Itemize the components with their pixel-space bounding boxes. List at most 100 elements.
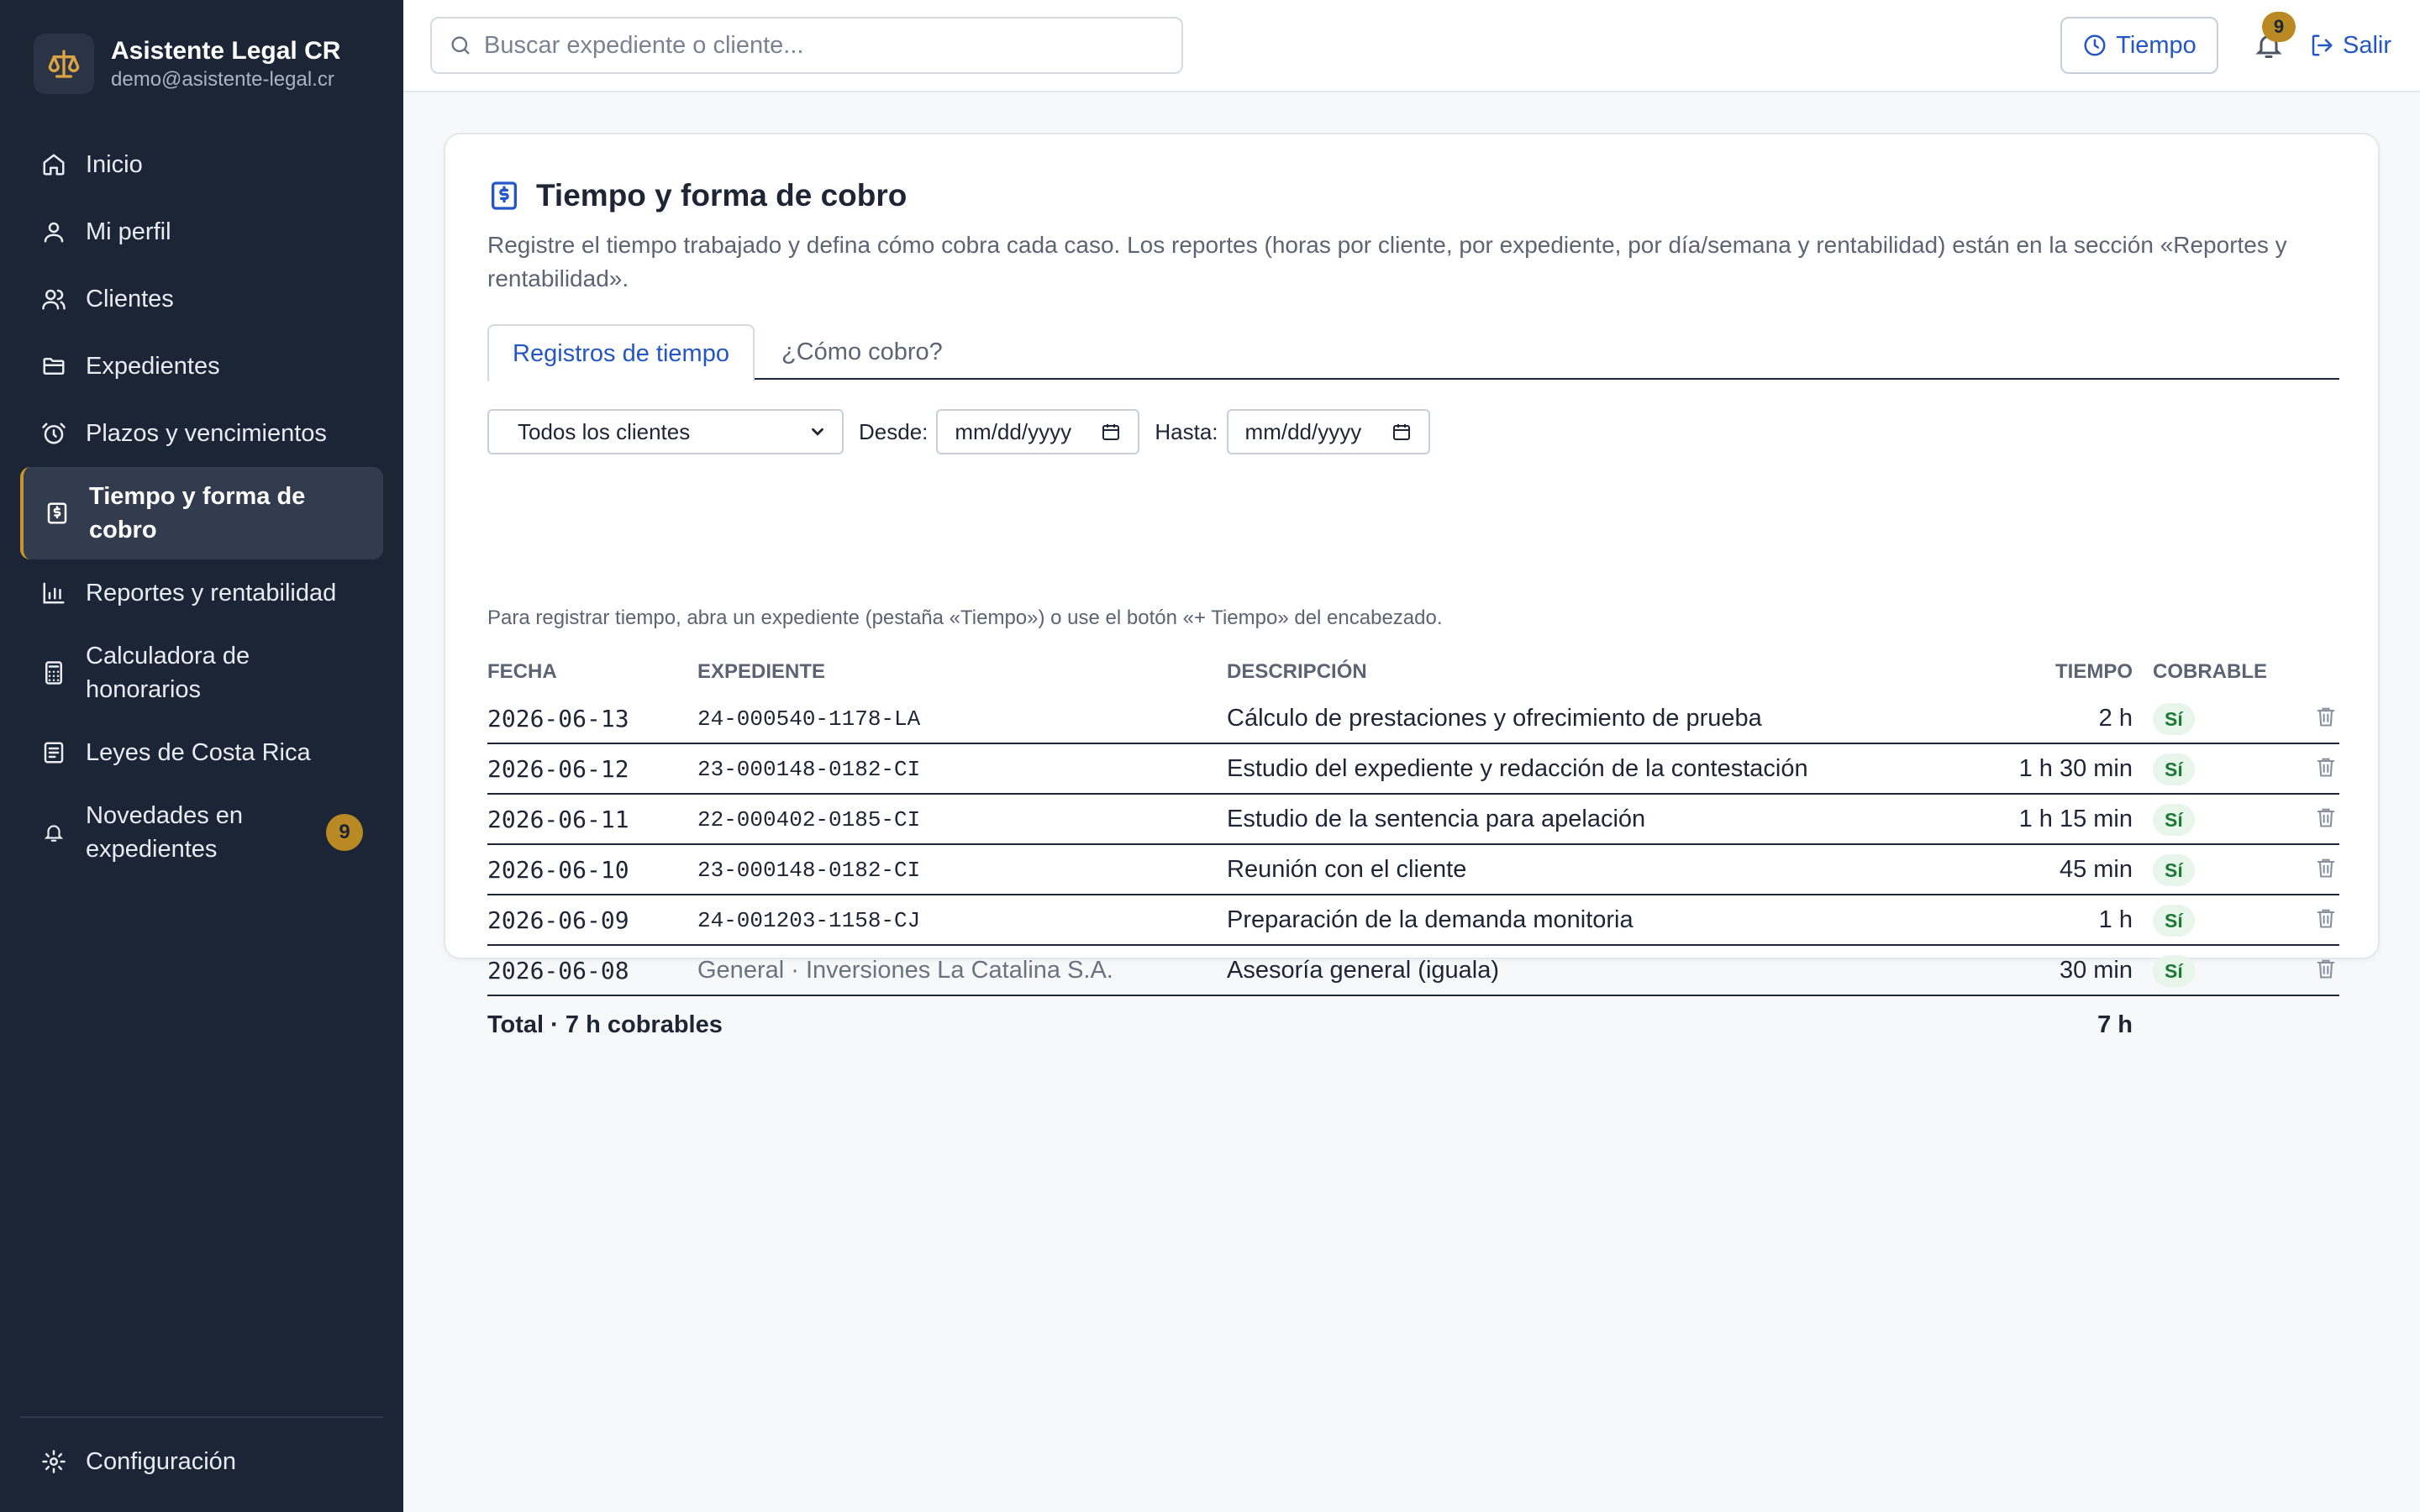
col-descripcion: DESCRIPCIÓN xyxy=(1227,660,1367,683)
sidebar-item-inicio[interactable]: Inicio xyxy=(20,131,383,198)
cell-descripcion: Cálculo de prestaciones y ofrecimiento d… xyxy=(1227,705,1762,732)
cell-expediente[interactable]: 24-000540-1178-LA xyxy=(697,706,920,732)
desde-date-input[interactable]: mm/dd/yyyy xyxy=(936,409,1140,454)
total-label: Total · 7 h cobrables xyxy=(487,1011,723,1038)
sidebar-item-configuracion[interactable]: Configuración xyxy=(20,1428,383,1495)
sidebar-item-clientes[interactable]: Clientes xyxy=(20,265,383,333)
brand[interactable]: Asistente Legal CR demo@asistente-legal.… xyxy=(34,34,387,94)
bar-chart-icon xyxy=(40,580,67,606)
filters: Todos los clientes Desde: mm/dd/yyyy Has… xyxy=(487,408,1430,455)
cell-tiempo: 1 h 15 min xyxy=(2018,806,2133,832)
trash-icon[interactable] xyxy=(2314,754,2338,780)
cell-expediente[interactable]: 23-000148-0182-CI xyxy=(697,757,920,782)
home-icon xyxy=(40,151,67,178)
billable-badge: Sí xyxy=(2153,804,2195,836)
hasta-date-input[interactable]: mm/dd/yyyy xyxy=(1226,409,1430,454)
trash-icon[interactable] xyxy=(2314,805,2338,830)
client-select-value: Todos los clientes xyxy=(518,418,691,444)
table-row[interactable]: 2026-06-09 24-001203-1158-CJ Preparación… xyxy=(487,895,2339,946)
time-table: FECHA EXPEDIENTE DESCRIPCIÓN TIEMPO COBR… xyxy=(487,654,2339,1052)
sidebar-divider xyxy=(20,1416,383,1418)
cell-descripcion: Estudio del expediente y redacción de la… xyxy=(1227,755,1808,782)
billable-badge: Sí xyxy=(2153,905,2195,937)
table-row[interactable]: 2026-06-10 23-000148-0182-CI Reunión con… xyxy=(487,845,2339,895)
sidebar-item-label: Novedades en expedientes xyxy=(86,802,244,863)
sidebar-item-label: Inicio xyxy=(86,151,143,178)
receipt-icon xyxy=(44,500,71,527)
sidebar: Asistente Legal CR demo@asistente-legal.… xyxy=(0,0,403,1512)
cell-expediente[interactable]: 24-001203-1158-CJ xyxy=(697,908,920,933)
trash-icon[interactable] xyxy=(2314,906,2338,931)
sidebar-item-mi-perfil[interactable]: Mi perfil xyxy=(20,198,383,265)
bell-icon xyxy=(40,819,67,846)
total-value: 7 h xyxy=(2097,1011,2133,1038)
logout-label: Salir xyxy=(2343,31,2392,59)
alarm-icon xyxy=(40,420,67,447)
table-row[interactable]: 2026-06-08 General · Inversiones La Cata… xyxy=(487,946,2339,996)
sidebar-item-plazos[interactable]: Plazos y vencimientos xyxy=(20,400,383,467)
sidebar-item-novedades[interactable]: Novedades en expedientes 9 xyxy=(20,786,383,879)
cell-fecha: 2026-06-13 xyxy=(487,705,629,732)
notifications-badge: 9 xyxy=(2262,12,2296,42)
client-select[interactable]: Todos los clientes xyxy=(487,409,844,454)
trash-icon[interactable] xyxy=(2314,704,2338,729)
cell-expediente[interactable]: 22-000402-0185-CI xyxy=(697,807,920,832)
sidebar-item-expedientes[interactable]: Expedientes xyxy=(20,333,383,400)
cell-expediente: General · Inversiones La Catalina S.A. xyxy=(697,957,1113,984)
search-input[interactable] xyxy=(484,31,1173,60)
hint-text: Para registrar tiempo, abra un expedient… xyxy=(487,606,1443,629)
cell-fecha: 2026-06-10 xyxy=(487,856,629,884)
cell-descripcion: Reunión con el cliente xyxy=(1227,856,1467,883)
clock-icon xyxy=(2082,33,2107,58)
cell-tiempo: 30 min xyxy=(2059,957,2133,984)
sidebar-item-tiempo-cobro[interactable]: Tiempo y forma de cobro xyxy=(20,467,383,559)
search-icon xyxy=(449,34,472,57)
desde-placeholder: mm/dd/yyyy xyxy=(955,418,1072,444)
sidebar-item-label: Mi perfil xyxy=(86,218,171,245)
cell-fecha: 2026-06-12 xyxy=(487,755,629,783)
hasta-placeholder: mm/dd/yyyy xyxy=(1244,418,1362,444)
table-row[interactable]: 2026-06-12 23-000148-0182-CI Estudio del… xyxy=(487,744,2339,795)
cell-descripcion: Asesoría general (iguala) xyxy=(1227,957,1500,984)
table-row[interactable]: 2026-06-13 24-000540-1178-LA Cálculo de … xyxy=(487,694,2339,744)
sidebar-item-label: Reportes y rentabilidad xyxy=(86,580,337,606)
page-title: Tiempo y forma de cobro xyxy=(536,178,908,213)
calendar-icon xyxy=(1392,422,1412,442)
sidebar-item-label: Tiempo y forma de cobro xyxy=(89,483,306,543)
book-icon xyxy=(40,739,67,766)
table-row[interactable]: 2026-06-11 22-000402-0185-CI Estudio de … xyxy=(487,795,2339,845)
cell-fecha: 2026-06-09 xyxy=(487,906,629,934)
trash-icon[interactable] xyxy=(2314,855,2338,880)
time-card: Tiempo y forma de cobro Registre el tiem… xyxy=(444,133,2380,1038)
cell-descripcion: Estudio de la sentencia para apelación xyxy=(1227,806,1646,832)
logout-icon xyxy=(2309,33,2334,58)
tiempo-button[interactable]: Tiempo xyxy=(2060,17,2218,74)
col-tiempo: TIEMPO xyxy=(2054,660,2133,683)
tab-como-cobro[interactable]: ¿Cómo cobro? xyxy=(781,324,943,380)
cell-expediente[interactable]: 23-000148-0182-CI xyxy=(697,858,920,883)
sidebar-item-calculadora[interactable]: Calculadora de honorarios xyxy=(20,627,383,719)
col-cobrable: COBRABLE xyxy=(2153,660,2267,683)
tab-registros[interactable]: Registros de tiempo xyxy=(487,324,755,381)
cell-fecha: 2026-06-11 xyxy=(487,806,629,833)
billable-badge: Sí xyxy=(2153,703,2195,735)
user-email: demo@asistente-legal.cr xyxy=(111,68,334,91)
users-icon xyxy=(40,286,67,312)
trash-icon[interactable] xyxy=(2314,956,2338,981)
sidebar-nav: Inicio Mi perfil Clientes Expedientes Pl… xyxy=(20,131,383,879)
tabs: Registros de tiempo ¿Cómo cobro? xyxy=(487,324,2339,381)
sidebar-item-label: Expedientes xyxy=(86,353,220,380)
logout-button[interactable]: Salir xyxy=(2309,22,2391,69)
search-box[interactable] xyxy=(430,17,1183,74)
sidebar-item-label: Calculadora de honorarios xyxy=(86,643,250,703)
col-fecha: FECHA xyxy=(487,660,557,683)
calculator-icon xyxy=(40,659,67,686)
app-title: Asistente Legal CR xyxy=(111,37,341,65)
desde-label: Desde: xyxy=(859,418,929,444)
cell-tiempo: 1 h xyxy=(2098,906,2133,933)
sidebar-item-leyes[interactable]: Leyes de Costa Rica xyxy=(20,719,383,786)
user-icon xyxy=(40,218,67,245)
calendar-icon xyxy=(1101,422,1121,442)
cell-fecha: 2026-06-08 xyxy=(487,957,629,984)
sidebar-item-reportes[interactable]: Reportes y rentabilidad xyxy=(20,559,383,627)
